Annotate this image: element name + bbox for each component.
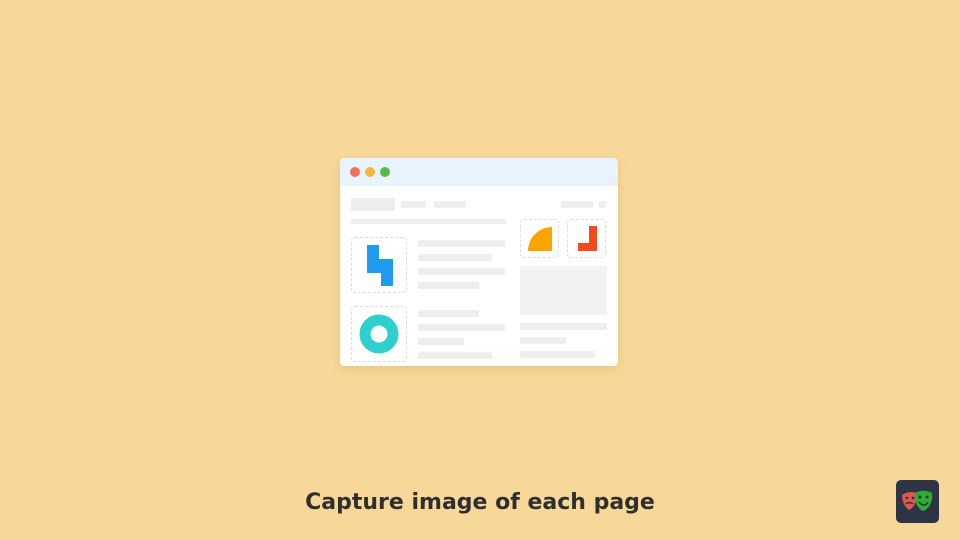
content-placeholder-heading [351,219,506,224]
minimize-dot-icon [365,167,375,177]
text-placeholder [418,324,505,331]
image-card [351,306,407,362]
orange-quarter-circle-icon [528,227,552,251]
window-titlebar [340,158,618,186]
nav-placeholder-link [401,201,426,208]
maximize-dot-icon [380,167,390,177]
text-placeholder [418,240,505,247]
close-dot-icon [350,167,360,177]
text-placeholder [418,268,505,275]
nav-placeholder-logo [351,198,395,211]
red-l-shape-icon [578,226,597,251]
caption-text: Capture image of each page [305,490,655,515]
nav-placeholder-link [434,201,466,208]
browser-window-illustration [340,158,618,366]
teal-ring-icon [359,314,399,354]
nav-placeholder-right [561,201,593,208]
text-placeholder [418,282,479,289]
text-placeholder [520,351,595,358]
text-placeholder [520,323,607,330]
playwright-masks-icon [902,490,933,511]
blue-step-shape-icon [367,245,393,286]
text-placeholder [520,337,566,344]
image-placeholder [520,266,607,315]
text-placeholder [418,338,464,345]
playwright-logo-button[interactable] [896,480,939,523]
image-card [567,219,606,258]
text-placeholder [418,352,492,359]
text-placeholder [418,310,479,317]
text-placeholder [418,254,492,261]
image-card [520,219,559,258]
nav-placeholder-dot [599,201,606,208]
image-card [351,237,407,293]
